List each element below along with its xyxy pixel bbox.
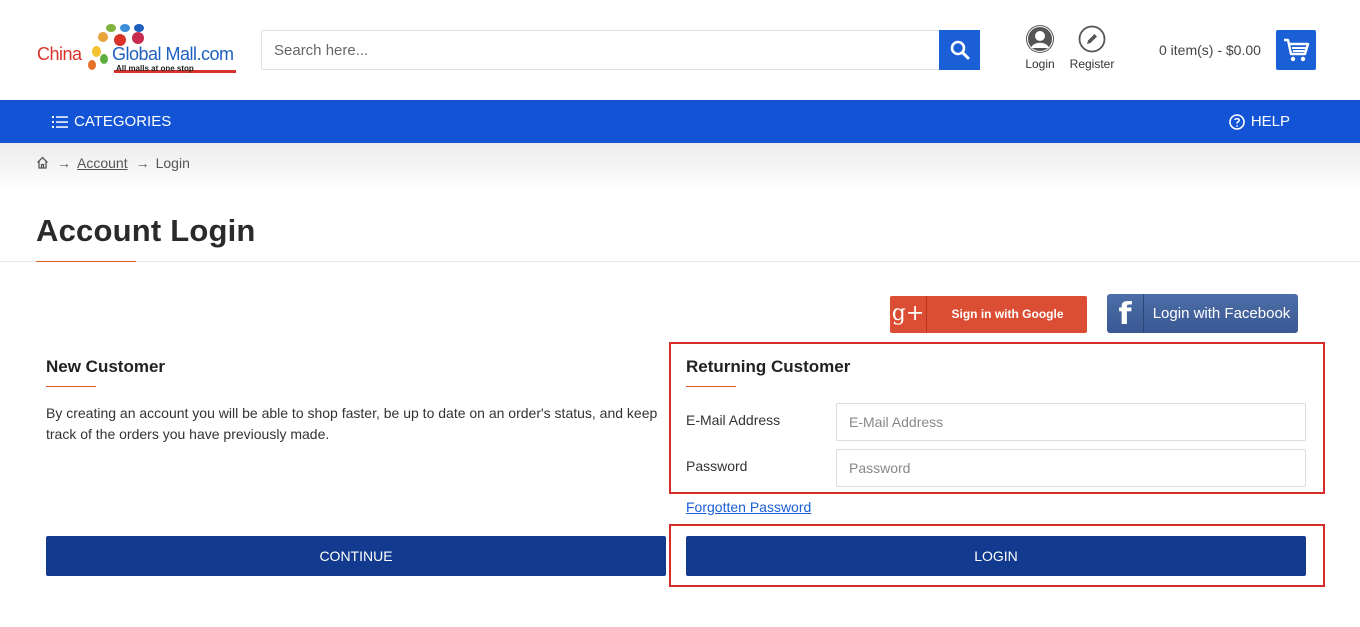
page-title: Account Login xyxy=(36,213,256,248)
facebook-login-label: Login with Facebook xyxy=(1152,305,1291,322)
highlight-box-credentials xyxy=(669,342,1325,494)
pencil-icon xyxy=(1078,25,1106,53)
categories-label: CATEGORIES xyxy=(74,113,172,130)
help-icon xyxy=(1229,113,1245,130)
categories-menu-button[interactable]: CATEGORIES xyxy=(52,113,171,130)
header-register-label: Register xyxy=(1069,57,1115,71)
facebook-icon: f xyxy=(1107,294,1144,333)
logo-dot xyxy=(132,32,144,44)
logo-dot xyxy=(120,24,130,32)
cart-button[interactable] xyxy=(1276,30,1316,70)
breadcrumb: → Account → Login xyxy=(36,155,190,171)
help-label: HELP xyxy=(1250,113,1290,130)
breadcrumb-arrow: → xyxy=(57,155,71,171)
main-navbar: CATEGORIES HELP xyxy=(0,100,1360,143)
logo-tagline: All malls at one stop xyxy=(116,64,194,73)
cart-summary[interactable]: 0 item(s) - $0.00 xyxy=(1159,42,1261,58)
new-customer-title-underline xyxy=(46,386,96,387)
logo-text-globalmall: Global Mall.com xyxy=(112,44,234,64)
search-icon xyxy=(950,40,970,60)
google-plus-icon: g+ xyxy=(890,296,927,333)
logo-dot xyxy=(106,24,116,32)
logo-text-china: China xyxy=(37,44,82,64)
user-icon xyxy=(1026,25,1054,53)
navbar-shadow xyxy=(0,143,1360,193)
continue-button[interactable]: CONTINUE xyxy=(46,536,666,576)
google-signin-label: Sign in with Google xyxy=(951,307,1064,321)
highlight-box-login-button xyxy=(669,524,1325,587)
header-login-label: Login xyxy=(1025,57,1055,71)
search-button[interactable] xyxy=(939,30,980,70)
logo-dot xyxy=(88,60,96,70)
forgotten-password-link[interactable]: Forgotten Password xyxy=(686,499,811,515)
logo-dot xyxy=(100,54,108,64)
new-customer-description: By creating an account you will be able … xyxy=(46,405,658,442)
cart-icon xyxy=(1284,38,1310,62)
header-login-link[interactable]: Login xyxy=(1022,25,1058,71)
logo-dot xyxy=(98,32,108,42)
site-header: China Global Mall.com All malls at one s… xyxy=(0,0,1360,100)
help-button[interactable]: HELP xyxy=(1229,113,1290,130)
search-input[interactable] xyxy=(262,31,940,69)
title-divider xyxy=(0,261,1360,262)
google-signin-button[interactable]: g+ Sign in with Google xyxy=(890,296,1087,333)
title-accent-underline xyxy=(36,261,136,262)
header-register-link[interactable]: Register xyxy=(1066,25,1118,71)
breadcrumb-current: Login xyxy=(155,155,190,171)
breadcrumb-arrow: → xyxy=(135,155,150,171)
home-icon[interactable] xyxy=(36,156,49,169)
site-logo[interactable]: China Global Mall.com All malls at one s… xyxy=(36,24,236,76)
new-customer-title: New Customer xyxy=(46,357,166,376)
logo-dot xyxy=(134,24,144,32)
breadcrumb-account-link[interactable]: Account xyxy=(77,155,128,171)
list-icon xyxy=(52,115,68,128)
search-bar xyxy=(261,30,980,70)
facebook-login-button[interactable]: f Login with Facebook xyxy=(1107,294,1298,333)
